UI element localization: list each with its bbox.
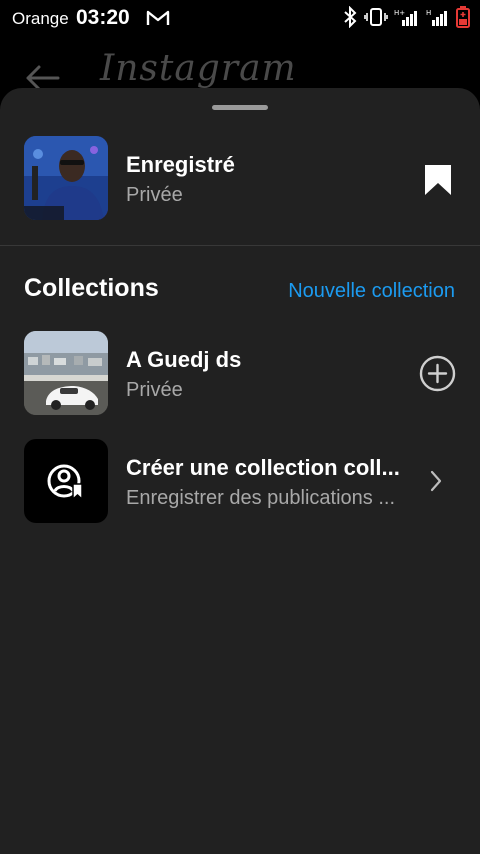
svg-text:H+: H+	[394, 9, 405, 17]
status-bar: Orange 03:20 H+ H	[0, 0, 480, 36]
drag-handle[interactable]	[212, 105, 268, 110]
collection-title: A Guedj ds	[126, 347, 242, 372]
divider	[0, 245, 480, 246]
gmail-icon	[146, 9, 170, 32]
collection-item[interactable]: A Guedj ds Privée	[0, 331, 480, 415]
chevron-right-icon[interactable]	[428, 469, 444, 498]
saved-privacy: Privée	[126, 184, 183, 206]
save-to-collection-sheet: Enregistré Privée Collections Nouvelle c…	[0, 88, 480, 854]
collection-privacy: Privée	[126, 379, 183, 401]
signal-icon: H	[426, 7, 450, 32]
add-circle-icon[interactable]	[419, 355, 456, 397]
saved-row[interactable]: Enregistré Privée	[0, 136, 480, 222]
vibrate-icon	[364, 7, 388, 32]
create-collection-title: Créer une collection coll...	[126, 455, 400, 480]
carrier-label: Orange	[12, 9, 69, 28]
collection-thumbnail	[24, 331, 108, 415]
status-icons: H+ H	[342, 5, 470, 33]
saved-thumbnail	[24, 136, 108, 220]
collections-heading: Collections	[24, 274, 159, 302]
svg-text:H: H	[426, 9, 431, 17]
collab-collection-thumbnail	[24, 439, 108, 523]
signal-icon: H+	[394, 7, 420, 32]
app-logo-title: Instagram	[100, 48, 297, 89]
clock: 03:20	[76, 6, 130, 29]
battery-icon	[456, 6, 470, 33]
new-collection-link[interactable]: Nouvelle collection	[288, 280, 455, 303]
bluetooth-icon	[342, 5, 358, 33]
create-collab-collection-item[interactable]: Créer une collection coll... Enregistrer…	[0, 439, 480, 523]
create-collection-subtitle: Enregistrer des publications ...	[126, 487, 396, 509]
bookmark-filled-icon[interactable]	[424, 164, 452, 201]
saved-title: Enregistré	[126, 152, 235, 177]
